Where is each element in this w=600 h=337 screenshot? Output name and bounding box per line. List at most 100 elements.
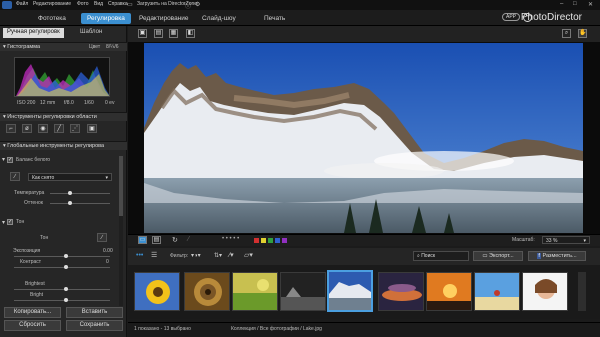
eyedropper-icon[interactable]: ∕ [97, 233, 107, 242]
search-icon: ⌕ [417, 253, 420, 259]
exposure-slider[interactable] [14, 256, 110, 257]
red-eye-icon[interactable]: ◉ [38, 124, 48, 133]
tint-slider[interactable] [50, 203, 110, 204]
tab-presets[interactable]: Шаблон [76, 28, 106, 38]
share-button[interactable]: f Разместить... [528, 251, 586, 261]
search-input[interactable]: ⌕ Поиск [413, 251, 469, 261]
status-path: Коллекция / Все фотографии / Lake.jpg [231, 326, 322, 332]
paste-button[interactable]: Вставить [66, 307, 123, 318]
tab-edit[interactable]: Редактирование [133, 13, 195, 24]
tag-icon[interactable]: ∕▾ [229, 251, 234, 259]
scrollbar-thumb[interactable] [119, 156, 123, 216]
exposure-value[interactable]: 0.00 [103, 248, 113, 254]
label-purple-icon[interactable] [282, 238, 287, 243]
brush-icon[interactable]: ╱ [54, 124, 64, 133]
thumbnail-sunset-clouds[interactable] [378, 272, 424, 311]
tab-adjust[interactable]: Регулировка [81, 13, 131, 24]
thumbnail-portrait[interactable] [522, 272, 568, 311]
radial-filter-icon[interactable]: ▣ [87, 124, 97, 133]
tone-checkbox[interactable]: ✓ [7, 219, 13, 225]
bright-slider[interactable] [14, 300, 110, 301]
contrast-slider[interactable] [14, 267, 110, 268]
menu-help[interactable]: Справка [108, 1, 128, 7]
tab-manual-adjust[interactable]: Ручная регулировк [3, 28, 64, 38]
contrast-value[interactable]: 0 [106, 259, 109, 265]
white-balance-preset-select[interactable]: Как снято ▾ [28, 173, 112, 181]
thumbnail-grass[interactable] [232, 272, 278, 311]
fullscreen-icon[interactable]: ▣ [138, 29, 147, 38]
menu-view[interactable]: Вид [94, 1, 103, 7]
menu-file[interactable]: Файл [16, 1, 28, 7]
filter-icons[interactable]: ▾◑▾ [191, 252, 201, 259]
info-icon[interactable]: ⓘ [185, 1, 191, 10]
rating-dots[interactable]: • • • • • [222, 236, 239, 242]
label-yellow-icon[interactable] [261, 238, 266, 243]
export-label: Экспорт... [489, 253, 514, 259]
save-button[interactable]: Сохранить [66, 320, 123, 331]
tab-slideshow[interactable]: Слайд-шоу [196, 13, 242, 24]
left-panel-scrollbar[interactable] [119, 156, 123, 306]
zoom-select[interactable]: 33 % ▾ [542, 236, 590, 244]
compare-view-icon[interactable]: ◧ [186, 29, 195, 38]
magic-wand-icon[interactable]: ⁄ [188, 236, 189, 243]
search-icon[interactable]: ⌕ [562, 29, 571, 38]
label-red-icon[interactable] [254, 238, 259, 243]
list-view-icon[interactable]: ☰ [151, 251, 157, 259]
gear-icon[interactable]: ⚙ [195, 1, 200, 8]
tab-library[interactable]: Фототека [32, 13, 72, 24]
collapse-icon: ▾ [2, 157, 6, 163]
label-green-icon[interactable] [268, 238, 273, 243]
main-photo[interactable] [144, 43, 583, 233]
thumbnail-lake[interactable] [327, 270, 373, 312]
thumbnail-dark-landscape[interactable] [280, 272, 326, 311]
collapse-icon: ▾ [3, 143, 6, 149]
bright-knob[interactable] [64, 298, 68, 302]
single-view-icon[interactable]: ▤ [154, 29, 163, 38]
white-balance-title: Баланс белого [16, 157, 51, 163]
more-icon[interactable]: ••• [136, 252, 143, 259]
hand-icon[interactable]: ✋ [578, 29, 587, 38]
app-badge[interactable]: APP [501, 13, 520, 21]
upload-icon[interactable]: ▭ [127, 1, 133, 8]
thumbnail-beach[interactable] [474, 272, 520, 311]
crop-tool-icon[interactable]: ⌐ [6, 124, 16, 133]
thumbnail-sunflower[interactable] [134, 272, 180, 311]
view-strip-icon[interactable]: ▤ [152, 236, 161, 244]
export-icon: ▭ [482, 253, 488, 259]
thumbnail-sunset-tree[interactable] [426, 272, 472, 311]
view-single-icon[interactable]: ▭ [138, 236, 147, 244]
rotate-icon[interactable]: ↻ [172, 236, 178, 244]
reset-button[interactable]: Сбросить [4, 320, 61, 331]
maximize-icon[interactable]: □ [573, 1, 577, 7]
tint-knob[interactable] [68, 201, 72, 205]
sort-icon[interactable]: ⇅▾ [214, 252, 222, 259]
minimize-icon[interactable]: – [560, 1, 563, 7]
export-button[interactable]: ▭ Экспорт... [473, 251, 523, 261]
brightest-slider[interactable] [14, 289, 110, 290]
stack-icon[interactable]: ▱▾ [244, 251, 253, 259]
eyedropper-icon[interactable]: ∕ [10, 172, 20, 181]
filter-label: Фильтр: [170, 253, 189, 259]
tab-print[interactable]: Печать [258, 13, 291, 24]
global-tools-header[interactable]: ▾ Глобальные инструменты регулирова [0, 141, 127, 150]
close-icon[interactable]: ✕ [588, 1, 593, 8]
tone-title: Тон [16, 219, 25, 225]
thumbnail-spiral[interactable] [184, 272, 230, 311]
chevron-down-icon: ▾ [583, 238, 586, 244]
copy-button[interactable]: Копировать... [4, 307, 61, 318]
brightest-knob[interactable] [64, 287, 68, 291]
filmstrip-scroll-right[interactable] [578, 272, 586, 311]
menu-photo[interactable]: Фото [77, 1, 89, 7]
temperature-slider[interactable] [50, 193, 110, 194]
menu-edit[interactable]: Редактирование [33, 1, 71, 7]
temperature-knob[interactable] [68, 191, 72, 195]
global-tools-title: Глобальные инструменты регулирова [7, 143, 105, 149]
region-tools-header[interactable]: ▾ Инструменты регулировки области [0, 112, 127, 121]
contrast-knob[interactable] [64, 265, 68, 269]
gradient-icon[interactable]: ⋰ [70, 124, 80, 133]
exposure-knob[interactable] [64, 254, 68, 258]
grid-view-icon[interactable]: ▦ [169, 29, 178, 38]
white-balance-checkbox[interactable]: ✓ [7, 157, 13, 163]
spot-removal-icon[interactable]: ø [22, 124, 32, 133]
label-blue-icon[interactable] [275, 238, 280, 243]
